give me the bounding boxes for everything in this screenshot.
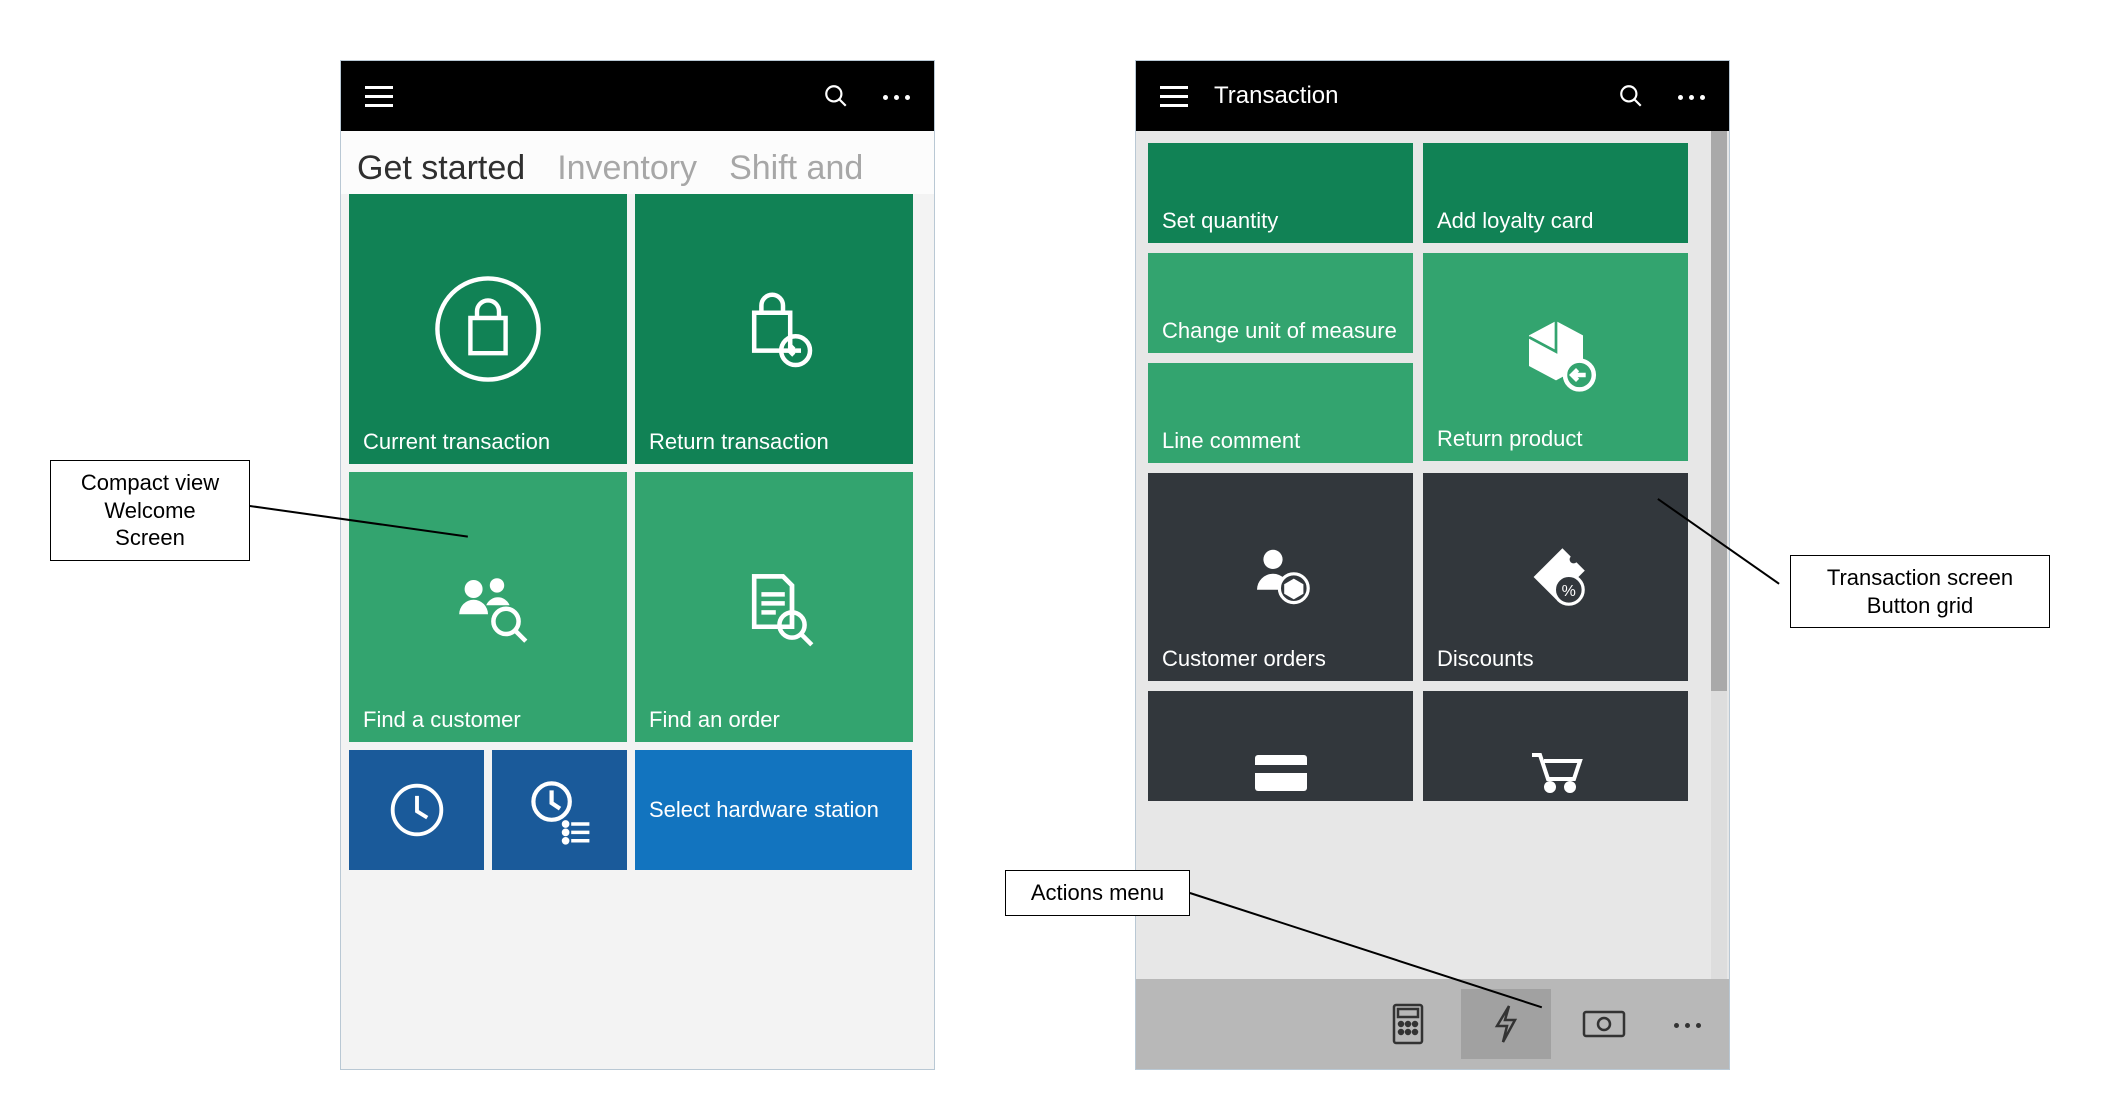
tile-partial-card[interactable]: [1148, 691, 1413, 801]
tile-find-order[interactable]: Find an order: [635, 472, 913, 742]
scrollbar-thumb[interactable]: [1711, 131, 1727, 691]
nav-calculator-icon[interactable]: [1363, 989, 1453, 1059]
tile-current-transaction[interactable]: Current transaction: [349, 194, 627, 464]
tile-line-comment[interactable]: Line comment: [1148, 363, 1413, 463]
tab-shift[interactable]: Shift and: [729, 149, 863, 188]
search-icon[interactable]: [816, 76, 856, 116]
hamburger-menu-icon[interactable]: [1154, 76, 1194, 116]
svg-text:%: %: [1561, 583, 1575, 600]
tab-get-started[interactable]: Get started: [357, 149, 525, 188]
tile-label: Select hardware station: [649, 798, 898, 822]
nav-more-icon[interactable]: [1657, 989, 1717, 1059]
tile-label: Change unit of measure: [1162, 319, 1399, 343]
transaction-button-grid: Set quantity Add loyalty card Change uni…: [1148, 143, 1711, 801]
shopping-bag-circle-icon: [349, 194, 627, 464]
tile-set-quantity[interactable]: Set quantity: [1148, 143, 1413, 243]
tab-strip: Get started Inventory Shift and: [341, 131, 934, 194]
more-icon[interactable]: [1671, 76, 1711, 116]
cart-icon: [1423, 691, 1688, 801]
search-icon[interactable]: [1611, 76, 1651, 116]
phone-transaction-screen: Transaction Set quantity Add loyalty car…: [1135, 60, 1730, 1070]
shopping-bag-return-icon: [635, 194, 913, 464]
tile-clock[interactable]: [349, 750, 484, 870]
tile-discounts[interactable]: % Discounts: [1423, 473, 1688, 681]
app-bar: [341, 61, 934, 131]
tile-change-uom[interactable]: Change unit of measure: [1148, 253, 1413, 353]
nav-actions-icon[interactable]: [1461, 989, 1551, 1059]
annotation-actions-menu: Actions menu: [1005, 870, 1190, 916]
page-title: Transaction: [1214, 82, 1339, 110]
tile-clock-list[interactable]: [492, 750, 627, 870]
button-grid-scroll[interactable]: Set quantity Add loyalty card Change uni…: [1136, 131, 1729, 981]
tile-return-transaction[interactable]: Return transaction: [635, 194, 913, 464]
phone-welcome-screen: Get started Inventory Shift and Current …: [340, 60, 935, 1070]
bottom-nav: [1136, 979, 1729, 1069]
document-search-icon: [635, 472, 913, 742]
clock-list-icon: [492, 750, 627, 870]
tile-customer-orders[interactable]: Customer orders: [1148, 473, 1413, 681]
welcome-tile-grid: Current transaction Return transaction: [341, 194, 934, 882]
tile-return-product[interactable]: Return product: [1423, 253, 1688, 461]
tab-inventory[interactable]: Inventory: [557, 149, 697, 188]
tile-partial-cart[interactable]: [1423, 691, 1688, 801]
tile-find-customer[interactable]: Find a customer: [349, 472, 627, 742]
annotation-compact-view: Compact view Welcome Screen: [50, 460, 250, 561]
nav-cash-icon[interactable]: [1559, 989, 1649, 1059]
people-search-icon: [349, 472, 627, 742]
card-icon: [1148, 691, 1413, 801]
more-icon[interactable]: [876, 76, 916, 116]
clock-icon: [349, 750, 484, 870]
hamburger-menu-icon[interactable]: [359, 76, 399, 116]
app-bar: Transaction: [1136, 61, 1729, 131]
tile-label: Add loyalty card: [1437, 209, 1674, 233]
tile-add-loyalty-card[interactable]: Add loyalty card: [1423, 143, 1688, 243]
tile-label: Line comment: [1162, 429, 1399, 453]
annotation-button-grid: Transaction screen Button grid: [1790, 555, 2050, 628]
tile-label: Set quantity: [1162, 209, 1399, 233]
tag-percent-icon: %: [1423, 473, 1688, 681]
tile-select-hardware-station[interactable]: Select hardware station: [635, 750, 912, 870]
package-return-icon: [1423, 253, 1688, 461]
person-package-icon: [1148, 473, 1413, 681]
